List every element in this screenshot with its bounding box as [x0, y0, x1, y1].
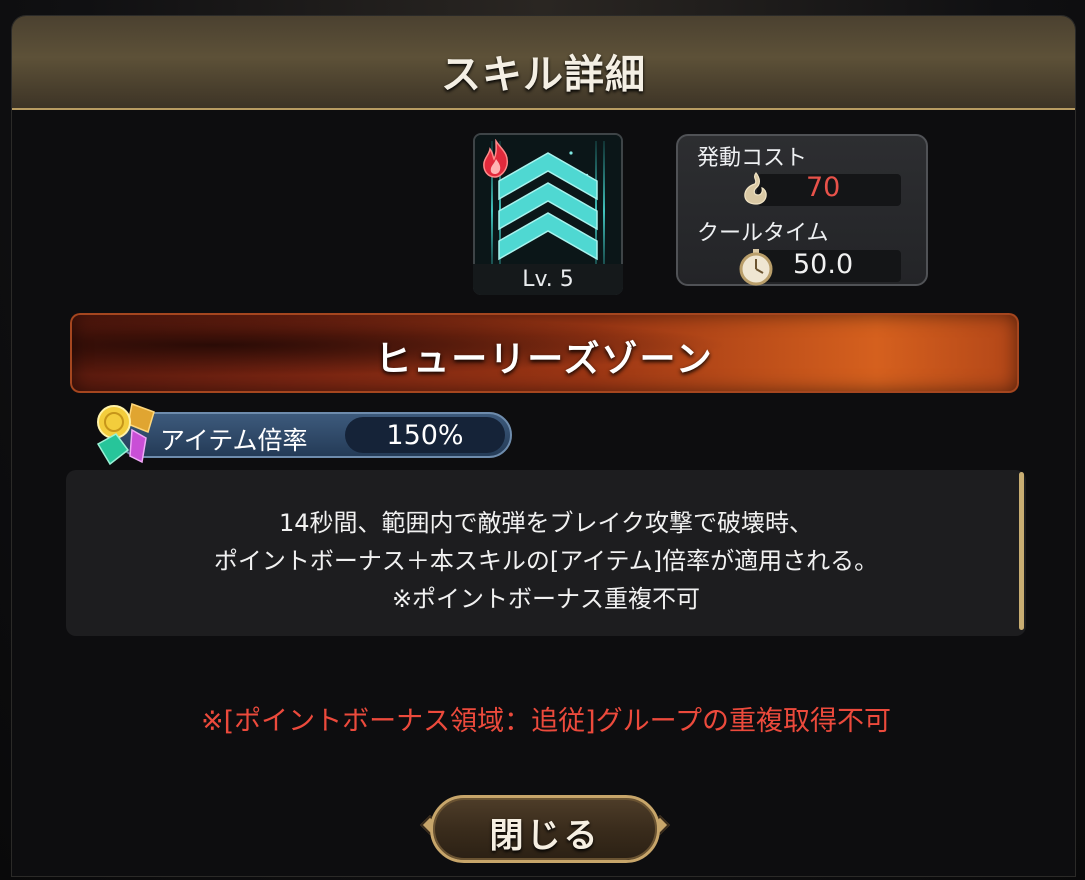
skill-level: Lv. 5: [473, 264, 623, 295]
item-rate-label: アイテム倍率: [160, 426, 308, 455]
cost-label: 発動コスト: [697, 146, 808, 171]
description-line: ※ポイントボーナス重複不可: [391, 585, 701, 613]
duplicate-warning: ※[ポイントボーナス領域：追従]グループの重複取得不可: [200, 706, 892, 737]
gems-coin-icon: [96, 402, 155, 466]
skill-name: ヒューリーズゾーン: [375, 339, 714, 380]
cost-value: 70: [806, 172, 841, 203]
close-button-label[interactable]: 閉じる: [430, 808, 660, 857]
description-line: ポイントボーナス＋本スキルの[アイテム]倍率が適用される。: [213, 547, 879, 575]
cooltime-label: クールタイム: [697, 221, 829, 246]
item-rate-value: 150%: [386, 420, 464, 451]
description-line: 14秒間、範囲内で敵弾をブレイク攻撃で破壊時、: [278, 509, 814, 537]
dialog-title: スキル詳細: [441, 52, 646, 98]
soul-flame-icon: [744, 172, 767, 205]
cooltime-value: 50.0: [793, 249, 854, 280]
fire-icon: [483, 139, 509, 178]
stopwatch-icon: [739, 249, 773, 286]
